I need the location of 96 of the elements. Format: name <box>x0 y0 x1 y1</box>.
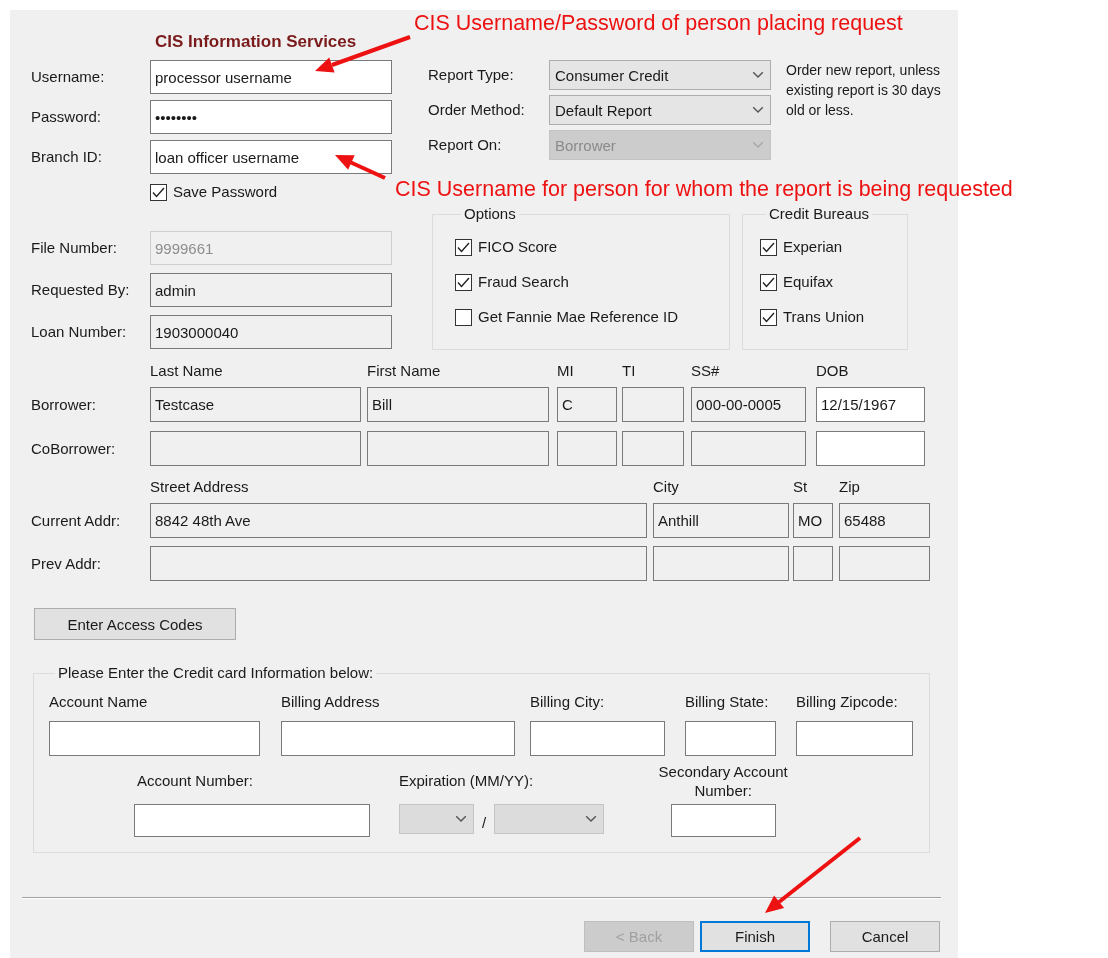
text-field[interactable]: 65488 <box>839 503 930 538</box>
field-label: Report On: <box>428 136 503 154</box>
field-label: Expiration (MM/YY): <box>399 771 535 790</box>
text-field[interactable] <box>622 387 684 422</box>
field-label: Borrower: <box>31 395 98 414</box>
group-title: Options <box>463 205 517 223</box>
checkbox-label: Equifax <box>783 273 834 291</box>
field-label: Account Number: <box>137 771 254 790</box>
checkbox-label: Experian <box>783 238 843 256</box>
column-header: MI <box>557 362 574 379</box>
field-label: Requested By: <box>31 281 131 299</box>
text-field[interactable]: loan officer username <box>150 140 392 174</box>
text-field[interactable] <box>150 431 361 466</box>
field-label: Branch ID: <box>31 148 103 166</box>
checkbox[interactable] <box>760 238 777 256</box>
column-header: St <box>793 478 808 495</box>
field-label: Secondary Account Number: <box>657 762 789 800</box>
text-field[interactable] <box>839 546 930 581</box>
checkbox[interactable] <box>760 273 777 291</box>
group-title: Credit Bureaus <box>768 205 871 223</box>
field-label: Prev Addr: <box>31 554 103 573</box>
report-note: Order new report, unless existing report is 30 days old or less. <box>786 61 942 120</box>
column-header: DOB <box>816 362 849 379</box>
text-field[interactable] <box>367 431 549 466</box>
field-label: Loan Number: <box>31 323 128 341</box>
text-field[interactable] <box>670 804 776 837</box>
text-field[interactable]: •••••••• <box>150 100 392 134</box>
checkbox-label: Save Password <box>173 183 278 201</box>
group-title: Please Enter the Credit card Information below: <box>57 664 375 682</box>
checkbox-label: Trans Union <box>783 308 865 326</box>
column-header: TI <box>622 362 636 379</box>
checkbox-label: FICO Score <box>478 238 558 256</box>
text-field[interactable]: Testcase <box>150 387 361 422</box>
text-field[interactable]: 000-00-0005 <box>691 387 806 422</box>
text-field[interactable] <box>691 431 806 466</box>
text-field[interactable] <box>150 546 647 581</box>
dialog-button[interactable]: Finish <box>700 921 810 952</box>
text-field[interactable] <box>653 546 789 581</box>
column-header: Street Address <box>150 478 249 495</box>
field-label: File Number: <box>31 239 118 257</box>
text-field[interactable] <box>796 721 913 756</box>
field-label: Username: <box>31 68 106 86</box>
field-label: Current Addr: <box>31 511 122 530</box>
text-field[interactable]: 12/15/1967 <box>816 387 925 422</box>
column-header: Zip <box>839 478 860 495</box>
text-field[interactable] <box>134 804 370 837</box>
checkbox-label: Get Fannie Mae Reference ID <box>478 308 679 326</box>
field-label: Billing Zipcode: <box>796 692 899 711</box>
checkbox[interactable] <box>455 238 472 256</box>
chevron-icon <box>752 71 764 79</box>
text-field[interactable]: Bill <box>367 387 549 422</box>
text-field[interactable]: MO <box>793 503 833 538</box>
text-field[interactable]: 8842 48th Ave <box>150 503 647 538</box>
text-field[interactable]: admin <box>150 273 392 307</box>
access-codes-button[interactable]: Enter Access Codes <box>34 608 236 640</box>
text-field[interactable]: Anthill <box>653 503 789 538</box>
text-field[interactable] <box>622 431 684 466</box>
text-field[interactable] <box>685 721 776 756</box>
text-field[interactable] <box>281 721 515 756</box>
field-label: Report Type: <box>428 66 515 84</box>
checkbox[interactable] <box>150 183 167 201</box>
field-label: Password: <box>31 108 103 126</box>
text-field[interactable] <box>557 431 617 466</box>
chevron-icon <box>752 106 764 114</box>
annotation-arrow <box>335 155 386 180</box>
text-field[interactable] <box>793 546 833 581</box>
text-field[interactable]: processor username <box>150 60 392 94</box>
text-field[interactable]: 1903000040 <box>150 315 392 349</box>
dropdown[interactable]: Default Report <box>549 95 771 125</box>
column-header: City <box>653 478 679 495</box>
field-label: Account Name <box>49 692 149 711</box>
column-header: First Name <box>367 362 441 379</box>
field-label: CoBorrower: <box>31 439 117 458</box>
form-title: CIS Information Services <box>155 31 357 53</box>
text-field[interactable] <box>816 431 925 466</box>
text-field[interactable]: C <box>557 387 617 422</box>
annotation-note: CIS Username for person for whom the report is being requested <box>395 176 1013 203</box>
column-header: Last Name <box>150 362 223 379</box>
checkbox[interactable] <box>455 273 472 291</box>
dialog-button[interactable]: Cancel <box>830 921 940 952</box>
checkbox-label: Fraud Search <box>478 273 569 291</box>
field-label: Billing Address <box>281 692 381 711</box>
text-field[interactable] <box>49 721 260 756</box>
chevron-icon <box>752 141 764 149</box>
chevron-icon <box>585 815 598 823</box>
field-label: Billing City: <box>530 692 606 711</box>
column-header: SS# <box>691 362 720 379</box>
field-label: Billing State: <box>685 692 770 711</box>
dropdown[interactable]: Consumer Credit <box>549 60 771 90</box>
annotation-note: CIS Username/Password of person placing request <box>414 10 903 37</box>
text-field[interactable] <box>530 721 665 756</box>
chevron-icon <box>455 815 467 823</box>
field-label: Order Method: <box>428 101 526 119</box>
checkbox[interactable] <box>760 308 777 326</box>
date-separator: / <box>482 814 487 832</box>
checkbox[interactable] <box>455 308 472 326</box>
